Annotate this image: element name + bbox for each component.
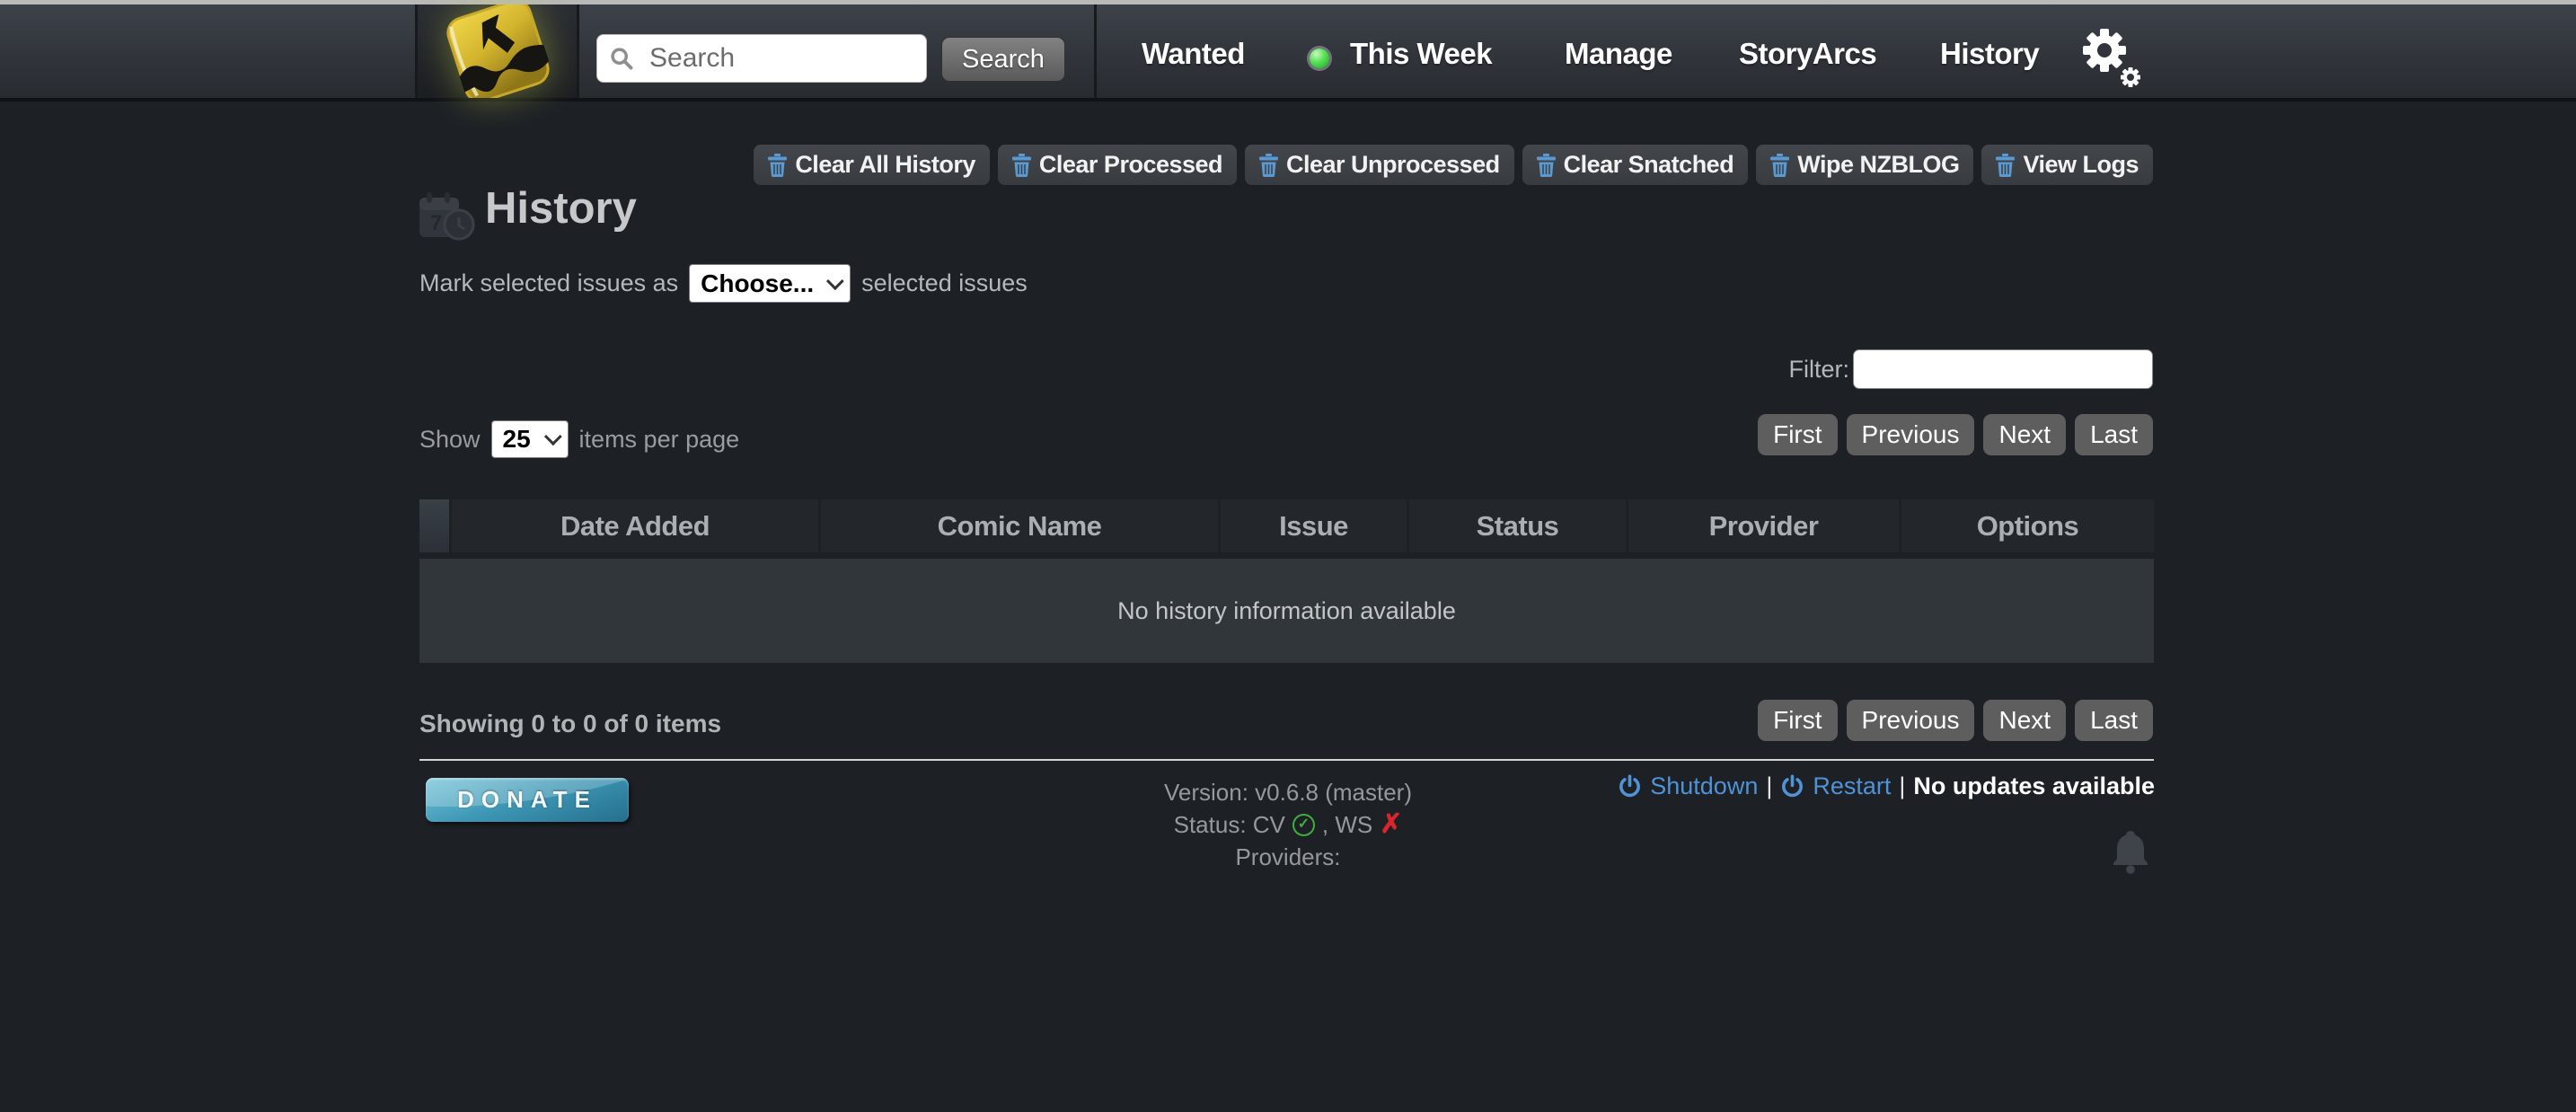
nav-item-wanted[interactable]: Wanted [1142, 37, 1245, 71]
footer-status-block: Version: v0.6.8 (master) Status: CV ✓ , … [974, 776, 1602, 873]
navbar-divider [1094, 4, 1097, 98]
pagination-top: First Previous Next Last [1758, 414, 2153, 455]
column-header-status[interactable]: Status [1409, 499, 1626, 552]
nav-item-storyarcs[interactable]: StoryArcs [1739, 37, 1876, 71]
power-icon [1780, 774, 1804, 799]
search-input[interactable] [596, 34, 927, 83]
clear-all-history-button[interactable]: Clear All History [754, 145, 990, 185]
separator: | [1899, 772, 1905, 800]
mylar-history-page: Search Wanted This Week Manage StoryArcs… [0, 0, 2576, 1112]
next-page-button[interactable]: Next [1983, 414, 2066, 455]
history-toolbar: Clear All History Clear Processed Clear … [754, 145, 2153, 185]
previous-page-button[interactable]: Previous [1847, 700, 1975, 741]
red-x-icon: ✗ [1380, 813, 1402, 836]
select-all-column-header[interactable] [419, 499, 449, 552]
clear-unprocessed-label: Clear Unprocessed [1286, 151, 1500, 179]
page-title: History [485, 183, 637, 234]
this-week-status-dot-icon [1310, 49, 1329, 68]
clear-processed-label: Clear Processed [1039, 151, 1222, 179]
view-logs-button[interactable]: View Logs [1981, 145, 2153, 185]
show-label: Show [419, 426, 481, 454]
previous-page-button[interactable]: Previous [1847, 414, 1975, 455]
mark-issues-row: Mark selected issues as Choose... select… [419, 264, 1028, 303]
clear-unprocessed-button[interactable]: Clear Unprocessed [1245, 145, 1514, 185]
search-box [596, 34, 927, 83]
column-header-issue[interactable]: Issue [1221, 499, 1407, 552]
filter-input[interactable] [1853, 349, 2153, 389]
trash-icon [1012, 154, 1031, 177]
results-summary: Showing 0 to 0 of 0 items [419, 710, 721, 738]
column-header-date-added[interactable]: Date Added [452, 499, 818, 552]
wipe-nzblog-button[interactable]: Wipe NZBLOG [1756, 145, 1973, 185]
column-header-options[interactable]: Options [1901, 499, 2154, 552]
nav-item-manage[interactable]: Manage [1565, 37, 1672, 71]
view-logs-label: View Logs [2023, 151, 2139, 179]
clear-processed-button[interactable]: Clear Processed [998, 145, 1237, 185]
trash-icon [1537, 154, 1556, 177]
items-per-page-row: Show 25 items per page [419, 420, 739, 458]
power-icon [1618, 774, 1642, 799]
filter-row: Filter: [1789, 349, 2154, 389]
pagination-bottom: First Previous Next Last [1758, 700, 2153, 741]
empty-table-row: No history information available [419, 559, 2154, 663]
column-header-provider[interactable]: Provider [1628, 499, 1899, 552]
per-page-select[interactable]: 25 [491, 420, 569, 458]
history-table: Date Added Comic Name Issue Status Provi… [419, 499, 2154, 663]
search-button[interactable]: Search [941, 37, 1065, 82]
mark-action-select[interactable]: Choose... [689, 264, 851, 303]
mark-suffix-label: selected issues [861, 269, 1028, 297]
empty-message: No history information available [1117, 597, 1456, 625]
search-icon [609, 46, 634, 71]
clear-all-history-label: Clear All History [795, 151, 975, 179]
status-separator: , WS [1322, 808, 1372, 841]
next-page-button[interactable]: Next [1983, 700, 2066, 741]
per-page-value: 25 [503, 425, 531, 454]
notification-bell-icon[interactable] [2109, 828, 2152, 881]
status-prefix: Status: CV [1174, 808, 1285, 841]
restart-link[interactable]: Restart [1813, 772, 1891, 800]
last-page-button[interactable]: Last [2075, 700, 2153, 741]
chevron-down-icon [826, 272, 844, 290]
history-calendar-icon: 7 [418, 190, 477, 244]
trash-icon [1259, 154, 1278, 177]
column-header-comic-name[interactable]: Comic Name [821, 499, 1218, 552]
shutdown-link[interactable]: Shutdown [1650, 772, 1758, 800]
trash-icon [1770, 154, 1789, 177]
svg-text:7: 7 [430, 211, 442, 235]
trash-icon [1996, 154, 2015, 177]
nav-item-this-week[interactable]: This Week [1350, 37, 1492, 71]
clear-snatched-button[interactable]: Clear Snatched [1522, 145, 1749, 185]
mark-prefix-label: Mark selected issues as [419, 269, 678, 297]
wipe-nzblog-label: Wipe NZBLOG [1797, 151, 1959, 179]
footer-actions: Shutdown | Restart | No updates availabl… [1618, 772, 2155, 800]
separator: | [1766, 772, 1772, 800]
clear-snatched-label: Clear Snatched [1564, 151, 1734, 179]
mylar-logo-icon [426, 4, 569, 98]
status-line: Status: CV ✓ , WS ✗ [974, 808, 1602, 841]
donate-button[interactable]: DONATE [426, 778, 629, 822]
nav-item-history[interactable]: History [1940, 37, 2039, 71]
check-circle-icon: ✓ [1292, 814, 1315, 836]
version-text: Version: v0.6.8 (master) [974, 776, 1602, 808]
mark-select-value: Choose... [701, 269, 814, 298]
settings-gears-icon[interactable] [2080, 28, 2143, 87]
first-page-button[interactable]: First [1758, 414, 1837, 455]
chevron-down-icon [543, 428, 561, 446]
navbar: Search Wanted This Week Manage StoryArcs… [0, 4, 2576, 101]
items-per-page-label: items per page [579, 426, 740, 454]
providers-label: Providers: [974, 841, 1602, 873]
footer-divider [419, 759, 2154, 761]
last-page-button[interactable]: Last [2075, 414, 2153, 455]
app-logo[interactable] [415, 4, 579, 98]
trash-icon [768, 154, 787, 177]
first-page-button[interactable]: First [1758, 700, 1837, 741]
no-updates-text: No updates available [1913, 772, 2155, 800]
filter-label: Filter: [1789, 356, 1850, 384]
table-header-row: Date Added Comic Name Issue Status Provi… [419, 499, 2154, 552]
